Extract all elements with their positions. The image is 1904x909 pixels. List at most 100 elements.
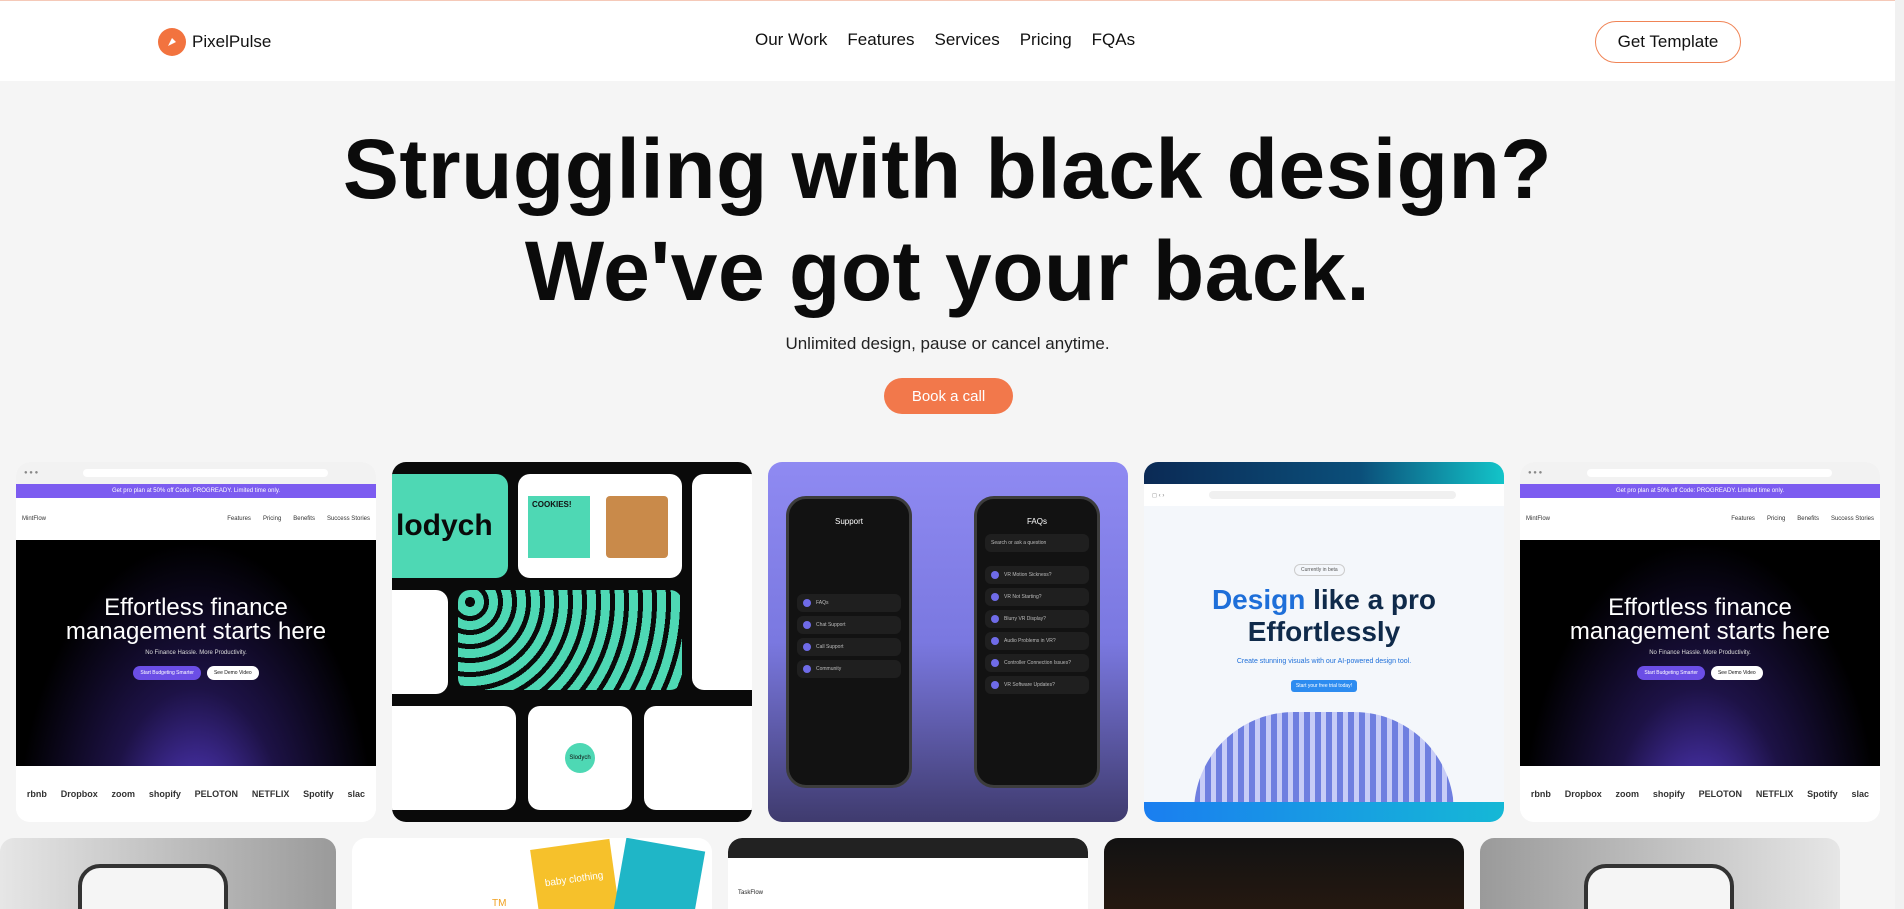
cookie-brand-tile: lodych <box>392 474 508 578</box>
phone-row: VR Software Updates? <box>985 676 1089 694</box>
mini-nav: MintFlow Features Pricing Benefits Succe… <box>1520 498 1880 540</box>
design-fan-graphic <box>1194 712 1454 812</box>
phone-row: Chat Support <box>797 616 901 634</box>
brand-logo: NETFLIX <box>251 789 290 799</box>
cookie-posts-tile: COOKIES! <box>518 474 682 578</box>
design-badge: Currently in beta <box>1294 564 1345 576</box>
finance-hero: Effortless finance management starts here… <box>16 540 376 766</box>
browser-bar: ◻ ‹ › <box>1144 484 1504 506</box>
showcase-card-finance-repeat[interactable]: ● ● ● Get pro plan at 50% off Code: PROG… <box>1520 462 1880 822</box>
hero-title: Struggling with black design? We've got … <box>0 118 1895 322</box>
showcase-card-taskflow[interactable]: TaskFlow <box>728 838 1088 909</box>
mini-link: Pricing <box>262 516 282 522</box>
logo-text: PixelPulse <box>192 32 272 51</box>
nav-item-fqas[interactable]: FQAs <box>1092 30 1135 50</box>
logo[interactable]: PixelPulse <box>158 28 271 56</box>
cookie-pack-tile <box>644 706 752 810</box>
design-top-gradient <box>1144 462 1504 484</box>
brand-logo: slac <box>347 789 365 799</box>
taskflow-logo: TaskFlow <box>738 890 764 896</box>
phone-title: Support <box>834 517 864 526</box>
brand-logo: rbnb <box>26 789 47 799</box>
cookie-photo <box>606 496 668 558</box>
phone-frame <box>1584 864 1734 909</box>
main-nav: Our Work Features Services Pricing FQAs <box>755 30 1135 50</box>
phone-support: Support FAQs Chat Support Call Support C… <box>786 496 912 788</box>
cookie-pattern-tile <box>458 590 682 690</box>
design-cta: Start your free trial today! <box>1291 680 1357 692</box>
finance-title-line1: Effortless finance <box>104 594 288 621</box>
phone-row: Controller Connection Issues? <box>985 654 1089 672</box>
mini-app-name: MintFlow <box>1526 516 1551 522</box>
trademark-mark: TM <box>492 898 507 909</box>
nav-item-our-work[interactable]: Our Work <box>755 30 827 50</box>
showcase-card-clothing[interactable]: TM baby clothing <box>352 838 712 909</box>
mini-link: Benefits <box>293 516 315 522</box>
nav-item-pricing[interactable]: Pricing <box>1020 30 1072 50</box>
design-subtitle: Create stunning visuals with our AI-powe… <box>1236 658 1412 665</box>
showcase-card-finance[interactable]: ● ● ● Get pro plan at 50% off Code: PROG… <box>16 462 376 822</box>
design-title: Design like a pro Effortlessly <box>1211 584 1437 647</box>
phone-row: VR Motion Sickness? <box>985 566 1089 584</box>
cookie-sticker-tile <box>392 590 448 694</box>
mini-link: Benefits <box>1797 516 1819 522</box>
scrollbar[interactable] <box>1895 0 1904 909</box>
showcase-card-phones[interactable]: Support FAQs Chat Support Call Support C… <box>768 462 1128 822</box>
hero-subtitle: Unlimited design, pause or cancel anytim… <box>785 334 1110 353</box>
clothing-tag-teal <box>610 838 706 909</box>
finance-secondary-button: See Demo Video <box>1710 666 1763 680</box>
design-bottom-bar <box>1144 802 1504 822</box>
mini-link: Success Stories <box>326 516 370 522</box>
cookie-sticker: Slodych <box>565 743 595 773</box>
brand-logos: rbnb Dropbox zoom shopify PELOTON NETFLI… <box>16 766 376 822</box>
phone-row: Community <box>797 660 901 678</box>
promo-banner: Get pro plan at 50% off Code: PROGREADY.… <box>1520 484 1880 498</box>
finance-hero: Effortless finance management starts here… <box>1520 540 1880 766</box>
nav-item-services[interactable]: Services <box>935 30 1000 50</box>
get-template-button[interactable]: Get Template <box>1595 21 1741 63</box>
browser-bar: ● ● ● <box>16 462 376 484</box>
phone-search: Search or ask a question <box>985 534 1089 552</box>
phone-faqs: FAQs Search or ask a question VR Motion … <box>974 496 1100 788</box>
phone-frame <box>78 864 228 909</box>
hero-title-line2: We've got your back. <box>524 224 1371 318</box>
brand-logo: zoom <box>111 789 136 799</box>
showcase-card-phone-gray-repeat[interactable] <box>1480 838 1840 909</box>
showcase-card-design[interactable]: ◻ ‹ › Currently in beta Design like a pr… <box>1144 462 1504 822</box>
site-header: PixelPulse Our Work Features Services Pr… <box>0 1 1904 81</box>
showcase-card-cookies[interactable]: lodych COOKIES! Slodych <box>392 462 752 822</box>
nav-item-features[interactable]: Features <box>847 30 914 50</box>
finance-primary-button: Start Budgeting Smarter <box>133 666 201 680</box>
cookie-card-tile <box>392 706 516 810</box>
cookie-stickers-tile: Slodych <box>528 706 632 810</box>
phone-row: Blurry VR Display? <box>985 610 1089 628</box>
finance-subtitle: No Finance Hassle. More Productivity. <box>145 650 247 656</box>
clothing-tag: baby clothing <box>530 838 622 909</box>
mini-link: Features <box>227 516 251 522</box>
browser-bar: ● ● ● <box>1520 462 1880 484</box>
brand-logo: Spotify <box>303 789 334 799</box>
mini-app-name: MintFlow <box>22 516 47 522</box>
brand-logos: rbnb Dropbox zoom shopify PELOTON NETFLI… <box>1520 766 1880 822</box>
finance-primary-button: Start Budgeting Smarter <box>1637 666 1705 680</box>
finance-secondary-button: See Demo Video <box>206 666 259 680</box>
showcase-card-phone-gray[interactable] <box>0 838 336 909</box>
book-a-call-button[interactable]: Book a call <box>884 378 1013 414</box>
brand-logo: shopify <box>148 789 181 799</box>
phone-row: VR Not Starting? <box>985 588 1089 606</box>
hero-title-line1: Struggling with black design? <box>342 122 1553 216</box>
browser-bar <box>728 838 1088 858</box>
cookie-tag: COOKIES! <box>528 496 590 558</box>
phone-row: Audio Problems in VR? <box>985 632 1089 650</box>
mini-link: Success Stories <box>1830 516 1874 522</box>
showcase-card-dark[interactable] <box>1104 838 1464 909</box>
promo-banner: Get pro plan at 50% off Code: PROGREADY.… <box>16 484 376 498</box>
phone-row: Call Support <box>797 638 901 656</box>
mini-nav: MintFlow Features Pricing Benefits Succe… <box>16 498 376 540</box>
brand-logo: Dropbox <box>60 789 98 799</box>
logo-mark-icon <box>158 28 186 56</box>
phone-row: FAQs <box>797 594 901 612</box>
brand-logo: PELOTON <box>194 789 239 799</box>
mini-link: Pricing <box>1766 516 1786 522</box>
mini-link: Features <box>1731 516 1755 522</box>
